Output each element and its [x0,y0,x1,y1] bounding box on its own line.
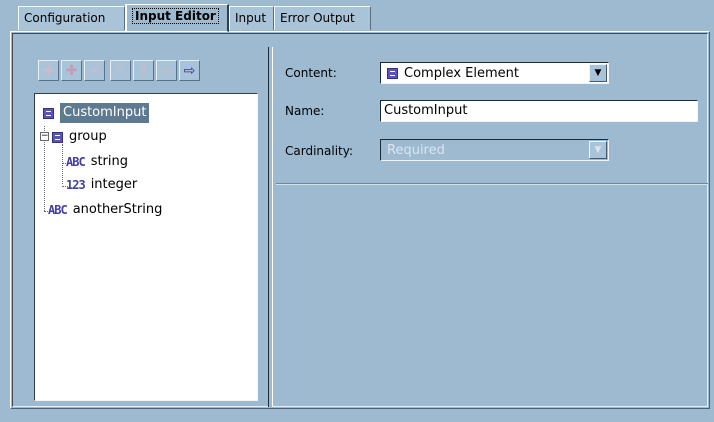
tree-node-label: group [69,129,107,144]
tree-node-group[interactable]: group [52,127,107,147]
tree-node-integer[interactable]: 123 integer [66,175,137,195]
collapse-icon[interactable]: − [40,132,49,141]
cardinality-label: Cardinality: [285,144,354,158]
tab-bar: Configuration Input Editor Input Error O… [0,0,714,32]
integer-type-icon: 123 [66,178,86,192]
tree-node-label: integer [90,177,138,192]
tree-node-custominput[interactable]: CustomInput [43,103,150,123]
add-child-icon[interactable]: ✚ [61,60,82,81]
tab-configuration[interactable]: Configuration [18,6,125,30]
delete-icon[interactable]: ✕ [84,60,105,81]
text-type-icon: ABC [48,203,68,217]
move-left-icon[interactable]: ⇦ [156,60,177,81]
add-icon[interactable]: ✚ [38,60,59,81]
form-separator [276,183,708,185]
tree-node-string[interactable]: ABC string [66,152,128,172]
tree-node-anotherstring[interactable]: ABC anotherString [48,200,162,220]
content-label: Content: [285,66,337,80]
move-up-icon[interactable]: ⇧ [110,60,131,81]
tab-configuration-label: Configuration [24,11,106,25]
tab-input-label: Input [235,11,267,25]
element-tree[interactable]: CustomInput − group ABC string 123 integ… [34,93,258,401]
tab-input[interactable]: Input [229,6,274,30]
tab-input-editor-label: Input Editor [132,8,219,24]
tab-input-editor[interactable]: Input Editor [125,4,229,32]
complex-element-icon [52,131,63,143]
tab-error-output-label: Error Output [280,11,355,25]
tab-error-output[interactable]: Error Output [274,6,371,30]
content-select-value: Complex Element [404,65,519,81]
cardinality-select[interactable]: Required ▼ [380,139,609,161]
tree-node-label: CustomInput [60,103,150,123]
split-divider[interactable] [268,47,273,407]
content-select[interactable]: Complex Element ▼ [380,62,609,84]
name-label: Name: [285,104,325,118]
chevron-down-icon[interactable]: ▼ [589,141,607,159]
name-field[interactable]: CustomInput [380,100,698,122]
complex-element-icon [387,67,398,79]
cardinality-select-value: Required [387,142,445,158]
complex-element-icon [43,107,54,119]
text-type-icon: ABC [66,155,86,169]
move-right-icon[interactable]: ⇨ [179,60,200,81]
tree-node-label: string [90,154,129,169]
move-down-icon[interactable]: ⇩ [133,60,154,81]
tree-node-label: anotherString [72,202,163,217]
chevron-down-icon[interactable]: ▼ [589,64,607,82]
